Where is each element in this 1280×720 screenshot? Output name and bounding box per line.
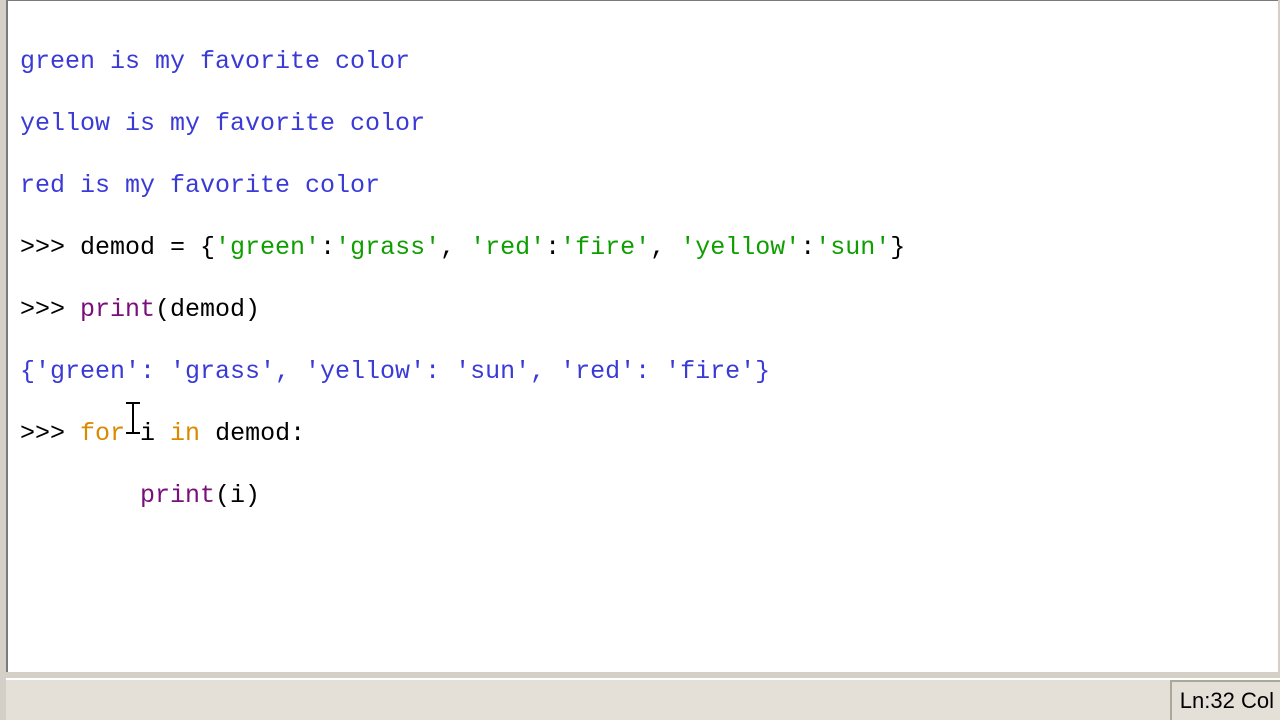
code-line: >>> print(demod): [20, 294, 1278, 325]
code-line: >>> demod = {'green':'grass', 'red':'fir…: [20, 232, 1278, 263]
output-line: yellow is my favorite color: [20, 108, 1278, 139]
output-line: {'green': 'grass', 'yellow': 'sun', 'red…: [20, 356, 1278, 387]
prompt: >>>: [20, 419, 80, 448]
code-line: >>> for i in demod:: [20, 418, 1278, 449]
shell-editor[interactable]: green is my favorite color yellow is my …: [6, 0, 1278, 672]
code-line: print(i): [20, 480, 1278, 511]
blank-line: [20, 542, 1278, 573]
prompt: >>>: [20, 233, 80, 262]
prompt: >>>: [20, 295, 80, 324]
output-line: red is my favorite color: [20, 170, 1278, 201]
status-bar: Ln: 32 Col: [6, 678, 1280, 720]
status-line-col: Ln: 32 Col: [1170, 680, 1280, 720]
output-line: green is my favorite color: [20, 46, 1278, 77]
output-line: green: [20, 666, 1278, 672]
blank-line: [20, 604, 1278, 635]
